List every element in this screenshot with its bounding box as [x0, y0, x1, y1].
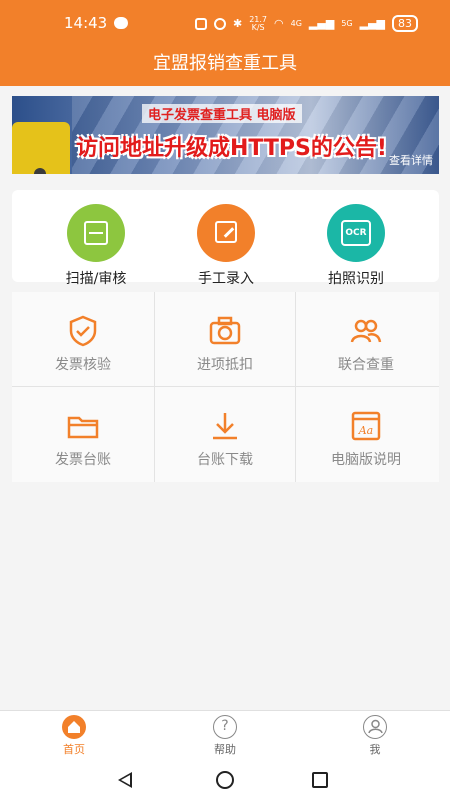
grid-item-label: 电脑版说明 — [331, 452, 401, 468]
banner-headline: 访问地址升级成HTTPS的公告! — [76, 136, 387, 161]
app-bar: 宜盟报销查重工具 — [0, 48, 450, 86]
grid-item-input-deduction[interactable]: 进项抵扣 — [155, 292, 295, 386]
quick-action-scan[interactable]: 扫描/审核 — [36, 204, 156, 288]
folder-icon — [66, 409, 100, 443]
scan-icon — [67, 204, 125, 262]
recent-apps-icon[interactable] — [312, 772, 328, 788]
tab-label: 首页 — [63, 743, 85, 756]
quick-action-label: 手工录入 — [198, 271, 254, 287]
wifi-icon: ◠ — [274, 17, 284, 30]
nfc-icon — [194, 17, 207, 30]
signal-5g: 5G — [341, 19, 353, 28]
banner-detail-link[interactable]: 查看详情 — [389, 152, 433, 168]
tab-label: 帮助 — [214, 743, 236, 756]
grid-item-label: 进项抵扣 — [197, 357, 253, 373]
network-speed: 21.7 K/S — [249, 15, 267, 32]
grid-item-pc-guide[interactable]: Aa 电脑版说明 — [296, 387, 436, 481]
grid-item-label: 发票核验 — [55, 357, 111, 373]
home-icon — [62, 715, 86, 739]
quick-action-label: 扫描/审核 — [65, 271, 127, 287]
help-icon: ? — [213, 715, 237, 739]
system-nav-bar — [0, 760, 450, 800]
signal-icon-b: ▂▄▆ — [359, 17, 385, 30]
signal-4g: 4G — [290, 19, 302, 28]
speed-unit: K/S — [251, 22, 265, 32]
back-icon[interactable] — [118, 772, 132, 788]
grid-item-joint-dedup[interactable]: 联合查重 — [296, 292, 436, 386]
svg-text:Aa: Aa — [358, 424, 374, 437]
quick-action-ocr[interactable]: OCR 拍照识别 — [296, 204, 416, 288]
page-title: 宜盟报销查重工具 — [153, 53, 297, 74]
status-bar: 14:43 ✱ 21.7 K/S ◠ 4G ▂▄▆ 5G ▂▄▆ 83 — [0, 0, 450, 48]
signal-icon-a: ▂▄▆ — [308, 17, 335, 30]
grid-item-ledger-download[interactable]: 台账下载 — [155, 387, 295, 481]
announcement-banner[interactable]: 电子发票查重工具 电脑版 访问地址升级成HTTPS的公告! 查看详情 — [12, 96, 439, 174]
tab-label: 我 — [369, 743, 381, 756]
status-time: 14:43 — [64, 14, 108, 32]
ocr-icon: OCR — [327, 204, 385, 262]
font-doc-icon: Aa — [349, 409, 383, 443]
download-icon — [208, 409, 242, 443]
bottom-tab-bar: 首页 ? 帮助 我 — [0, 710, 450, 760]
keyhole — [34, 168, 46, 174]
home-circle-icon[interactable] — [216, 771, 234, 789]
grid-item-invoice-verify[interactable]: 发票核验 — [13, 292, 153, 386]
grid-item-label: 发票台账 — [55, 452, 111, 468]
shield-check-icon — [66, 314, 100, 348]
tab-home[interactable]: 首页 — [34, 715, 114, 757]
grid-item-label: 联合查重 — [338, 357, 394, 373]
function-grid: 发票核验 进项抵扣 联合查重 发票台账 台账下载 Aa 电脑版说明 — [12, 292, 439, 482]
quick-action-label: 拍照识别 — [328, 271, 384, 287]
alarm-icon — [213, 17, 226, 30]
profile-icon — [363, 715, 387, 739]
banner-subtitle: 电子发票查重工具 电脑版 — [142, 104, 302, 123]
battery-indicator: 83 — [392, 15, 418, 32]
quick-actions-panel: 扫描/审核 手工录入 OCR 拍照识别 — [12, 190, 439, 287]
system-icons: ✱ 21.7 K/S ◠ 4G ▂▄▆ 5G ▂▄▆ 83 — [194, 15, 418, 32]
tab-profile[interactable]: 我 — [335, 715, 415, 757]
lock-icon — [12, 122, 70, 174]
grid-item-invoice-ledger[interactable]: 发票台账 — [13, 387, 153, 481]
tab-help[interactable]: ? 帮助 — [185, 715, 265, 757]
bluetooth-icon: ✱ — [232, 17, 243, 30]
edit-icon — [197, 204, 255, 262]
camera-icon — [208, 314, 242, 348]
wechat-notification-icon — [114, 17, 128, 29]
grid-item-label: 台账下载 — [197, 452, 253, 468]
users-icon — [349, 314, 383, 348]
quick-action-manual-entry[interactable]: 手工录入 — [166, 204, 286, 288]
